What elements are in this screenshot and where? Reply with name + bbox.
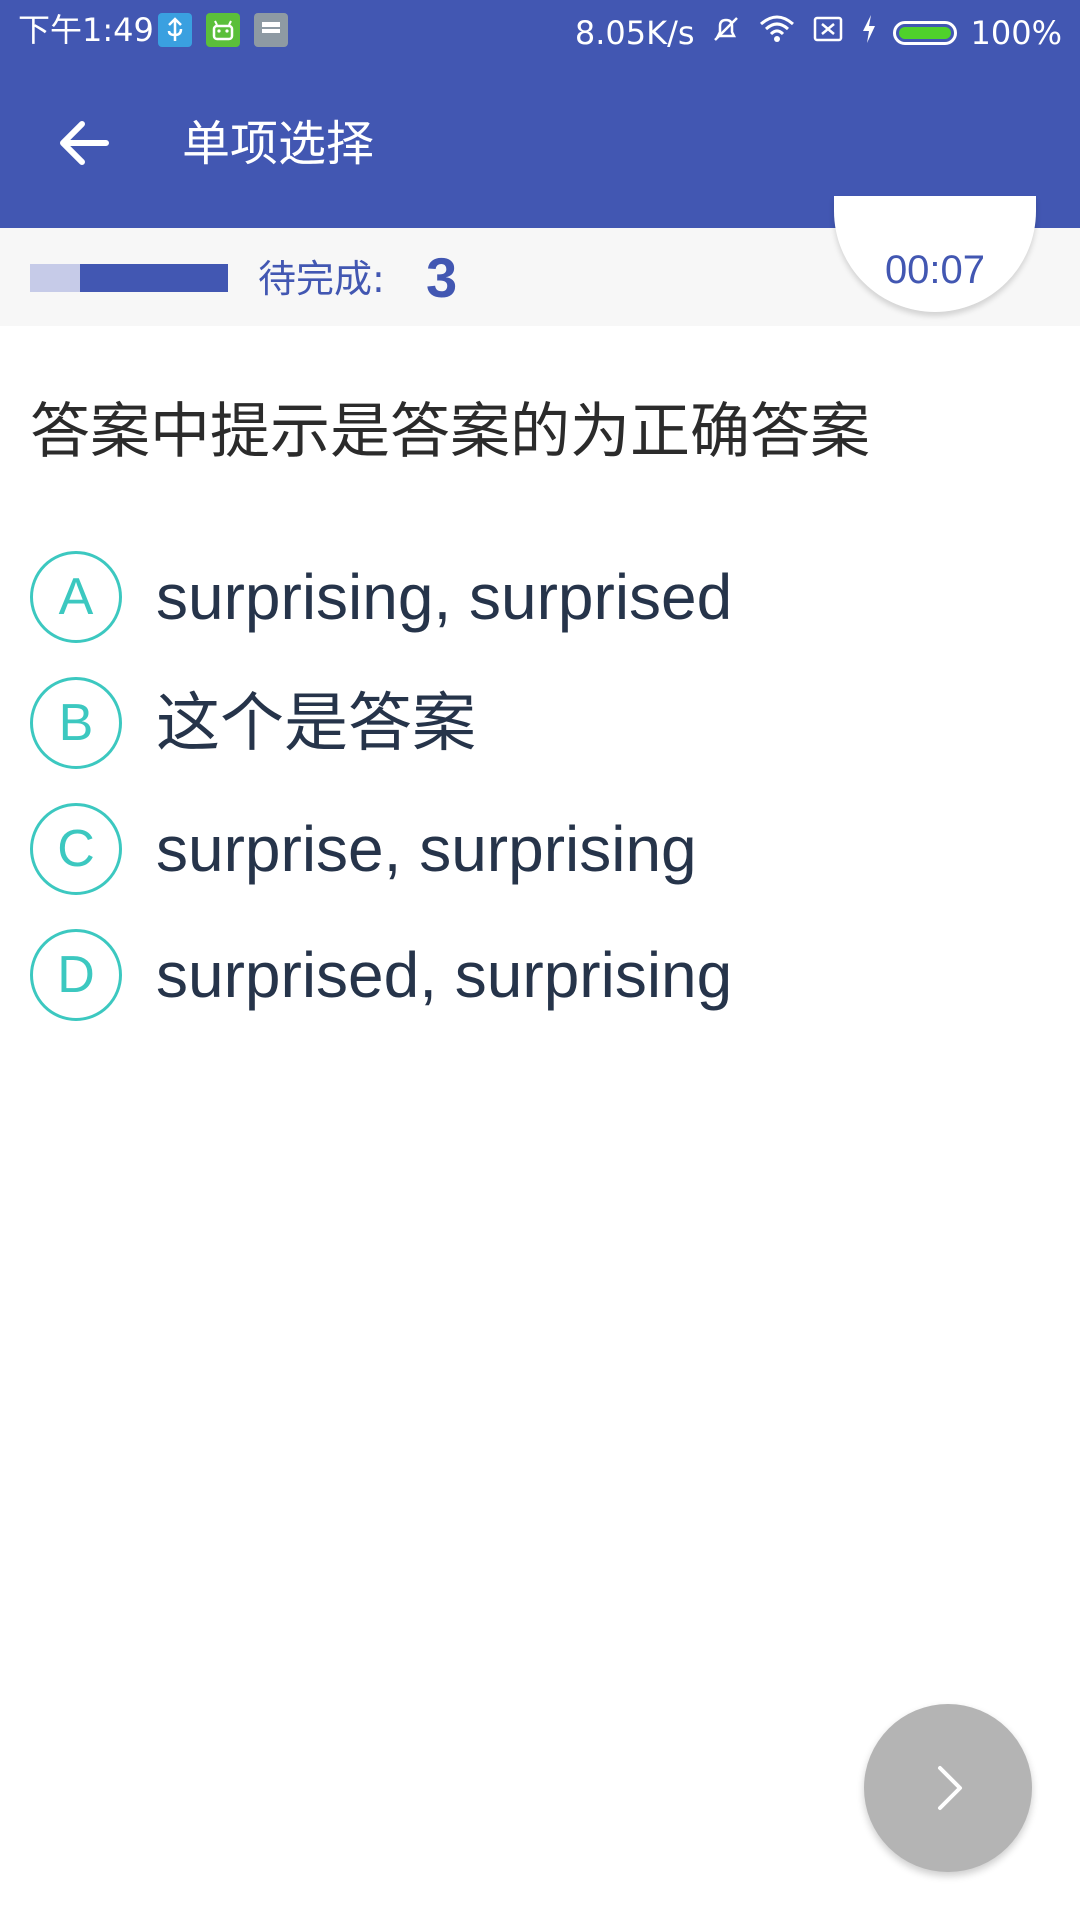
status-time: 下午1:49 <box>18 11 154 49</box>
options-list: A surprising, surprised B 这个是答案 C surpri… <box>30 534 1050 1038</box>
question-text: 答案中提示是答案的为正确答案 <box>30 397 870 467</box>
option-text: surprising, surprised <box>156 561 733 633</box>
pending-count: 3 <box>426 246 458 309</box>
charging-icon <box>859 12 879 53</box>
battery-level: 100% <box>970 13 1062 52</box>
option-c[interactable]: C surprise, surprising <box>30 786 1050 912</box>
option-b[interactable]: B 这个是答案 <box>30 660 1050 786</box>
option-letter: B <box>30 677 122 769</box>
option-text: 这个是答案 <box>156 687 476 759</box>
option-letter: C <box>30 803 122 895</box>
option-letter: D <box>30 929 122 1021</box>
usb-icon <box>158 13 192 47</box>
arrow-left-icon <box>60 121 109 165</box>
option-text: surprise, surprising <box>156 813 697 885</box>
status-right: 8.05K/s 100% <box>575 12 1062 53</box>
wifi-icon <box>757 12 797 53</box>
back-button[interactable] <box>50 108 120 178</box>
progress-bar-fill <box>30 264 80 292</box>
progress-bar <box>30 264 228 292</box>
status-bar: 下午1:49 8.05K/s 100% <box>0 0 1080 60</box>
pending-label: 待完成: <box>258 257 385 301</box>
option-text: surprised, surprising <box>156 939 733 1011</box>
page-title: 单项选择 <box>182 116 375 172</box>
notification-icon <box>254 13 288 47</box>
timer-text: 00:07 <box>884 248 986 292</box>
net-speed: 8.05K/s <box>574 13 695 52</box>
option-letter: A <box>30 551 122 643</box>
android-icon <box>206 13 240 47</box>
sim-icon <box>811 12 845 53</box>
next-button[interactable] <box>864 1704 1032 1872</box>
battery-icon <box>892 20 957 45</box>
option-a[interactable]: A surprising, surprised <box>30 534 1050 660</box>
mute-icon <box>709 12 743 53</box>
chevron-right-icon <box>938 1766 962 1810</box>
option-d[interactable]: D surprised, surprising <box>30 912 1050 1038</box>
